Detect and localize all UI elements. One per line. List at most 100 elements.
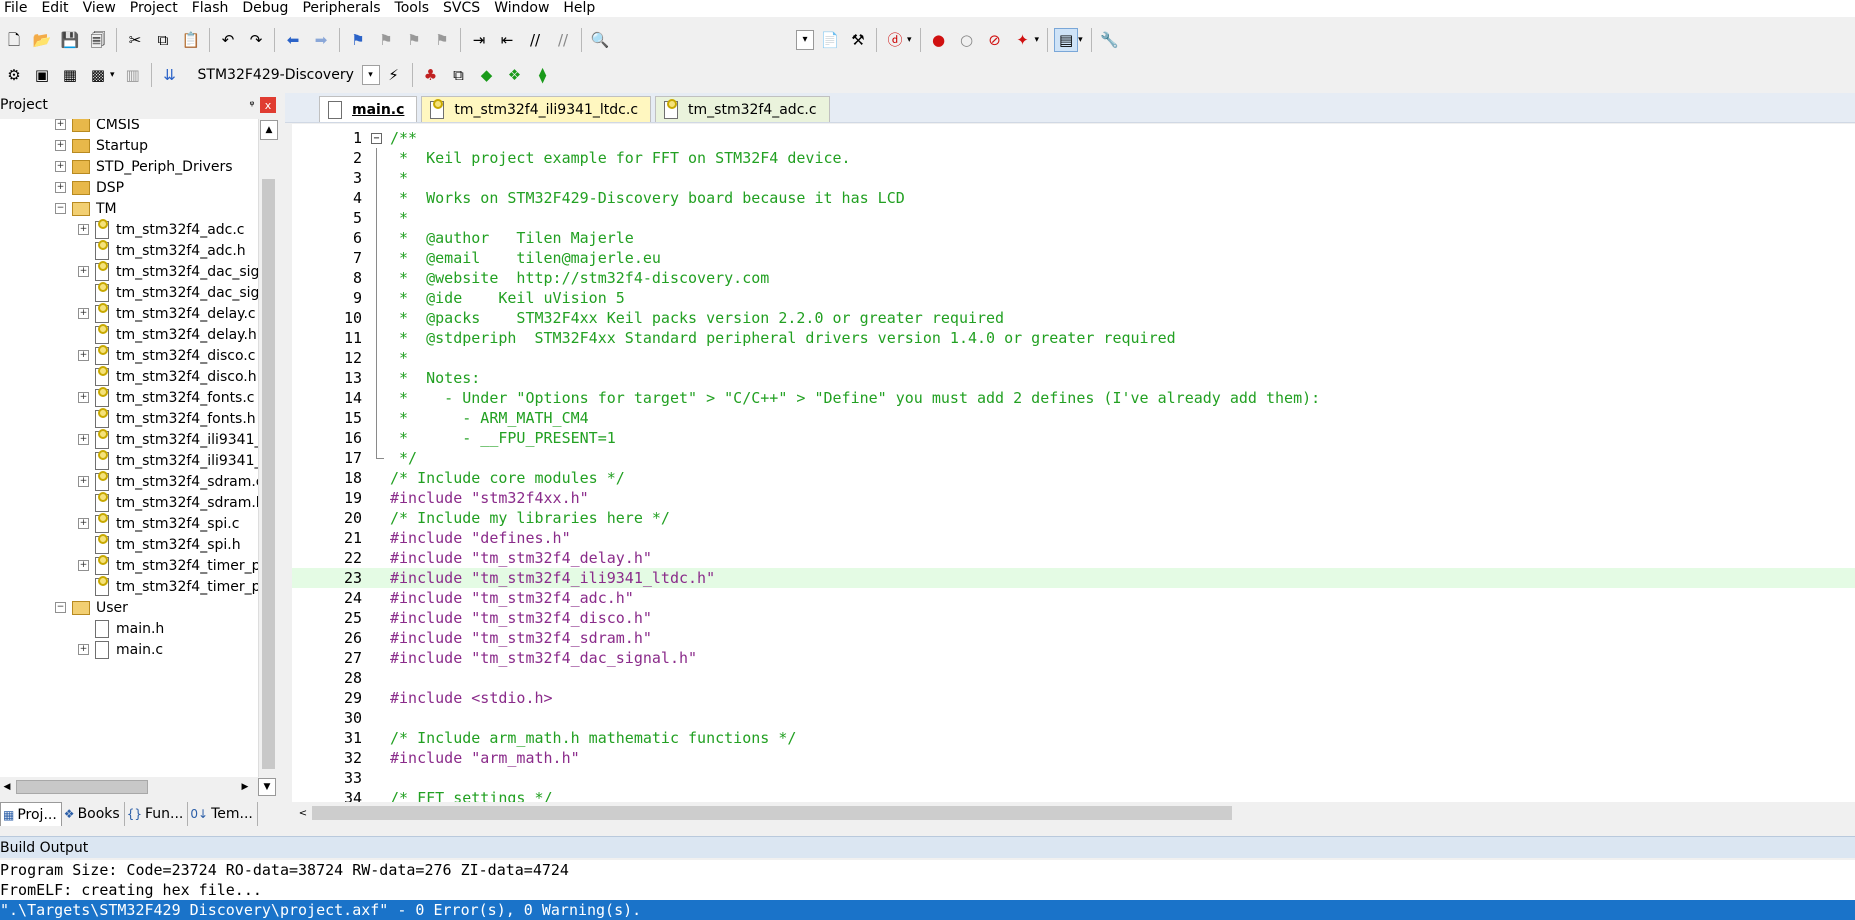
code-line[interactable]: 22 #include "tm_stm32f4_delay.h" bbox=[292, 548, 1855, 568]
bookmark-next-icon[interactable]: ⚑ bbox=[402, 28, 426, 52]
bookmark-insert-icon[interactable]: ⚑ bbox=[346, 28, 370, 52]
target-options-icon[interactable]: ⚡ bbox=[382, 63, 406, 87]
code-line[interactable]: 18 /* Include core modules */ bbox=[292, 468, 1855, 488]
save-icon[interactable]: 💾 bbox=[58, 28, 82, 52]
code-line[interactable]: 1−/** bbox=[292, 128, 1855, 148]
new-file-icon[interactable]: 🗋 bbox=[2, 28, 26, 52]
undo-icon[interactable]: ↶ bbox=[216, 28, 240, 52]
rebuild-icon[interactable]: ▦ bbox=[58, 63, 82, 87]
code-line[interactable]: 4 * Works on STM32F429-Discovery board b… bbox=[292, 188, 1855, 208]
batch-build-icon[interactable]: ▩ bbox=[86, 63, 110, 87]
translate-icon[interactable]: ⚙ bbox=[2, 63, 26, 87]
debug-session-icon[interactable]: ⓓ bbox=[883, 28, 907, 52]
pack-installer-icon[interactable]: ❖ bbox=[503, 63, 527, 87]
code-line[interactable]: 26 #include "tm_stm32f4_sdram.h" bbox=[292, 628, 1855, 648]
code-line[interactable]: 28 bbox=[292, 668, 1855, 688]
code-line[interactable]: 19 #include "stm32f4xx.h" bbox=[292, 488, 1855, 508]
breakpoint-kill-all-icon[interactable]: ✦ bbox=[1011, 28, 1035, 52]
panel-tab-2[interactable]: {} Fun... bbox=[125, 802, 189, 826]
scroll-left-icon[interactable]: < bbox=[296, 805, 310, 821]
build-output-line[interactable]: FromELF: creating hex file... bbox=[0, 880, 1855, 900]
code-line[interactable]: 15 * - ARM_MATH_CM4 bbox=[292, 408, 1855, 428]
navigate-back-icon[interactable]: ⬅ bbox=[281, 28, 305, 52]
menu-edit[interactable]: Edit bbox=[35, 0, 76, 17]
indent-icon[interactable]: ⇥ bbox=[467, 28, 491, 52]
code-line[interactable]: 21 #include "defines.h" bbox=[292, 528, 1855, 548]
panel-tab-3[interactable]: 0↓ Tem... bbox=[188, 802, 258, 826]
editor-tab[interactable]: main.c bbox=[319, 96, 418, 122]
code-line[interactable]: 14 * - Under "Options for target" > "C/C… bbox=[292, 388, 1855, 408]
code-line[interactable]: 16 * - __FPU_PRESENT=1 bbox=[292, 428, 1855, 448]
breakpoint-disable-all-icon[interactable]: ⊘ bbox=[983, 28, 1007, 52]
run-time-environment-icon[interactable]: ⧫ bbox=[531, 63, 555, 87]
scroll-right-icon[interactable]: ▶ bbox=[238, 779, 252, 795]
menu-debug[interactable]: Debug bbox=[236, 0, 296, 17]
code-line[interactable]: 27 #include "tm_stm32f4_dac_signal.h" bbox=[292, 648, 1855, 668]
code-line[interactable]: 30 bbox=[292, 708, 1855, 728]
tree-item[interactable]: + main.c bbox=[78, 637, 163, 662]
comment-icon[interactable]: // bbox=[523, 28, 547, 52]
scroll-thumb[interactable] bbox=[312, 806, 1232, 820]
code-line[interactable]: 7 * @email tilen@majerle.eu bbox=[292, 248, 1855, 268]
editor-horizontal-scrollbar[interactable]: < bbox=[292, 802, 1855, 824]
scroll-left-icon[interactable]: ◀ bbox=[0, 779, 14, 795]
expand-toggle-icon[interactable]: − bbox=[55, 602, 66, 613]
code-line[interactable]: 25 #include "tm_stm32f4_disco.h" bbox=[292, 608, 1855, 628]
open-file-icon[interactable]: 📂 bbox=[30, 28, 54, 52]
menu-tools[interactable]: Tools bbox=[389, 0, 438, 17]
code-line[interactable]: 6 * @author Tilen Majerle bbox=[292, 228, 1855, 248]
redo-icon[interactable]: ↷ bbox=[244, 28, 268, 52]
code-line[interactable]: 34 /* FFT settings */ bbox=[292, 788, 1855, 802]
menu-flash[interactable]: Flash bbox=[186, 0, 237, 17]
editor-tab[interactable]: tm_stm32f4_ili9341_ltdc.c bbox=[421, 96, 652, 122]
project-tree-horizontal-scrollbar[interactable]: ◀ ▶ ▼ bbox=[0, 777, 278, 797]
build-output-panel[interactable]: Program Size: Code=23724 RO-data=38724 R… bbox=[0, 860, 1855, 920]
scroll-up-icon[interactable]: ▲ bbox=[260, 120, 278, 140]
code-line[interactable]: 5 * bbox=[292, 208, 1855, 228]
menu-svcs[interactable]: SVCS bbox=[437, 0, 488, 17]
expand-toggle-icon[interactable]: + bbox=[55, 182, 66, 193]
menu-window[interactable]: Window bbox=[488, 0, 557, 17]
find-combo-dropdown-icon[interactable]: ▾ bbox=[796, 30, 814, 50]
code-line[interactable]: 33 bbox=[292, 768, 1855, 788]
code-line[interactable]: 10 * @packs STM32F4xx Keil packs version… bbox=[292, 308, 1855, 328]
scroll-down-icon[interactable]: ▼ bbox=[258, 778, 276, 796]
uncomment-icon[interactable]: // bbox=[551, 28, 575, 52]
unindent-icon[interactable]: ⇤ bbox=[495, 28, 519, 52]
manage-components-icon[interactable]: ⧉ bbox=[447, 63, 471, 87]
window-layout-dropdown-icon[interactable]: ▾ bbox=[1078, 35, 1083, 45]
code-line[interactable]: 24 #include "tm_stm32f4_adc.h" bbox=[292, 588, 1855, 608]
code-line[interactable]: 11 * @stdperiph STM32F4xx Standard perip… bbox=[292, 328, 1855, 348]
project-tree-vertical-scrollbar[interactable]: ▲ bbox=[258, 119, 278, 777]
bookmark-clear-icon[interactable]: ⚑ bbox=[430, 28, 454, 52]
code-line[interactable]: 2 * Keil project example for FFT on STM3… bbox=[292, 148, 1855, 168]
build-output-line[interactable]: Program Size: Code=23724 RO-data=38724 R… bbox=[0, 860, 1855, 880]
expand-toggle-icon[interactable]: + bbox=[78, 266, 89, 277]
code-line[interactable]: 31 /* Include arm_math.h mathematic funct… bbox=[292, 728, 1855, 748]
navigate-forward-icon[interactable]: ➡ bbox=[309, 28, 333, 52]
batch-build-dropdown-icon[interactable]: ▾ bbox=[110, 70, 115, 80]
panel-tab-1[interactable]: ❖ Books bbox=[62, 802, 125, 826]
menu-help[interactable]: Help bbox=[557, 0, 603, 17]
panel-tab-0[interactable]: ▦ Proj... bbox=[0, 802, 62, 826]
code-line[interactable]: 32 #include "arm_math.h" bbox=[292, 748, 1855, 768]
expand-toggle-icon[interactable]: + bbox=[78, 224, 89, 235]
breakpoint-insert-icon[interactable]: ● bbox=[927, 28, 951, 52]
target-selector[interactable]: STM32F429-Discovery ▾ bbox=[192, 63, 380, 87]
fold-collapse-icon[interactable]: − bbox=[371, 133, 382, 144]
code-editor[interactable]: 1−/** 2 * Keil project example for FFT on… bbox=[292, 124, 1855, 802]
menu-view[interactable]: View bbox=[77, 0, 124, 17]
select-software-packs-icon[interactable]: ◆ bbox=[475, 63, 499, 87]
scroll-thumb[interactable] bbox=[262, 179, 275, 769]
breakpoint-dropdown-icon[interactable]: ▾ bbox=[1035, 35, 1040, 45]
stop-build-icon[interactable]: ▥ bbox=[121, 63, 145, 87]
code-line[interactable]: 17 */ bbox=[292, 448, 1855, 468]
code-line[interactable]: 13 * Notes: bbox=[292, 368, 1855, 388]
code-line[interactable]: 3 * bbox=[292, 168, 1855, 188]
expand-toggle-icon[interactable]: − bbox=[55, 203, 66, 214]
find-in-files-icon[interactable]: 🔍 bbox=[588, 28, 612, 52]
menu-file[interactable]: File bbox=[0, 0, 35, 17]
expand-toggle-icon[interactable]: + bbox=[55, 140, 66, 151]
expand-toggle-icon[interactable]: + bbox=[78, 644, 89, 655]
breakpoint-enable-icon[interactable]: ○ bbox=[955, 28, 979, 52]
